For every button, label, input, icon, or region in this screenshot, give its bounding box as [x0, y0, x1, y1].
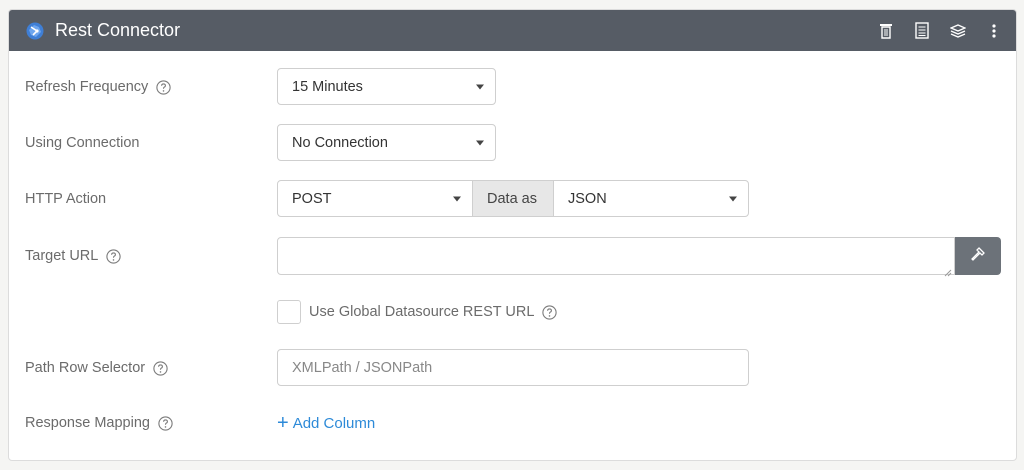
header-actions: [878, 22, 1002, 40]
using-connection-label: Using Connection: [25, 135, 139, 151]
layers-icon[interactable]: [950, 22, 966, 40]
help-icon[interactable]: [158, 415, 173, 431]
panel-title: Rest Connector: [55, 20, 181, 40]
using-connection-text: Using Connection: [25, 135, 140, 151]
target-url-text: Target URL: [25, 248, 99, 264]
using-connection-select[interactable]: No Connection: [277, 124, 496, 161]
http-action-group: POST Data as JSON: [277, 180, 749, 217]
data-as-value: JSON: [568, 190, 607, 207]
resize-handle-icon[interactable]: [944, 264, 952, 277]
chevron-down-icon: [453, 196, 461, 201]
refresh-frequency-label: Refresh Frequency: [25, 79, 171, 95]
http-action-row: HTTP Action POST Data as JSON: [9, 180, 1016, 218]
plus-icon: +: [277, 412, 289, 434]
target-url-row: Target URL: [9, 237, 1016, 277]
response-mapping-text: Response Mapping: [25, 415, 150, 431]
target-url-textarea[interactable]: [277, 237, 955, 277]
chevron-down-icon: [476, 140, 484, 145]
help-icon[interactable]: [153, 360, 168, 376]
http-action-value: POST: [292, 190, 332, 207]
http-action-select[interactable]: POST: [277, 180, 473, 217]
url-builder-button[interactable]: [955, 237, 1001, 275]
path-row-selector-input[interactable]: XMLPath / JSONPath: [277, 349, 749, 386]
help-icon[interactable]: [156, 79, 171, 95]
response-mapping-label: Response Mapping: [25, 415, 173, 431]
more-vertical-icon[interactable]: [986, 22, 1002, 40]
connector-icon: [25, 21, 45, 41]
document-icon[interactable]: [914, 22, 930, 40]
using-connection-row: Using Connection No Connection: [9, 124, 1016, 162]
help-icon[interactable]: [106, 248, 121, 264]
panel-header: Rest Connector: [9, 10, 1016, 51]
data-as-addon: Data as: [473, 180, 553, 217]
http-action-label: HTTP Action: [25, 191, 106, 207]
refresh-frequency-select[interactable]: 15 Minutes: [277, 68, 496, 105]
add-column-label: Add Column: [292, 414, 376, 432]
global-datasource-row: Use Global Datasource REST URL: [9, 293, 1016, 331]
path-row-selector-label: Path Row Selector: [25, 360, 168, 376]
refresh-frequency-text: Refresh Frequency: [25, 79, 149, 95]
response-mapping-row: Response Mapping + Add Column: [9, 404, 1016, 442]
global-datasource-checkbox[interactable]: [277, 300, 301, 324]
chevron-down-icon: [729, 196, 737, 201]
http-action-text: HTTP Action: [25, 191, 107, 207]
hammer-icon: [969, 245, 987, 268]
add-column-button[interactable]: + Add Column: [277, 413, 375, 433]
rest-connector-panel: Rest Connector Refresh Frequency 15 Minu…: [8, 9, 1017, 461]
help-icon[interactable]: [542, 304, 558, 320]
global-datasource-label: Use Global Datasource REST URL: [309, 304, 535, 320]
data-as-select[interactable]: JSON: [553, 180, 749, 217]
path-row-selector-row: Path Row Selector XMLPath / JSONPath: [9, 349, 1016, 387]
chevron-down-icon: [476, 84, 484, 89]
delete-icon[interactable]: [878, 22, 894, 40]
global-datasource-control: Use Global Datasource REST URL: [277, 300, 558, 324]
target-url-label: Target URL: [25, 248, 121, 264]
refresh-frequency-value: 15 Minutes: [292, 78, 363, 95]
data-as-label: Data as: [487, 190, 537, 207]
refresh-frequency-row: Refresh Frequency 15 Minutes: [9, 68, 1016, 106]
path-row-selector-text: Path Row Selector: [25, 360, 146, 376]
path-row-selector-placeholder: XMLPath / JSONPath: [292, 359, 433, 376]
using-connection-value: No Connection: [292, 134, 388, 151]
